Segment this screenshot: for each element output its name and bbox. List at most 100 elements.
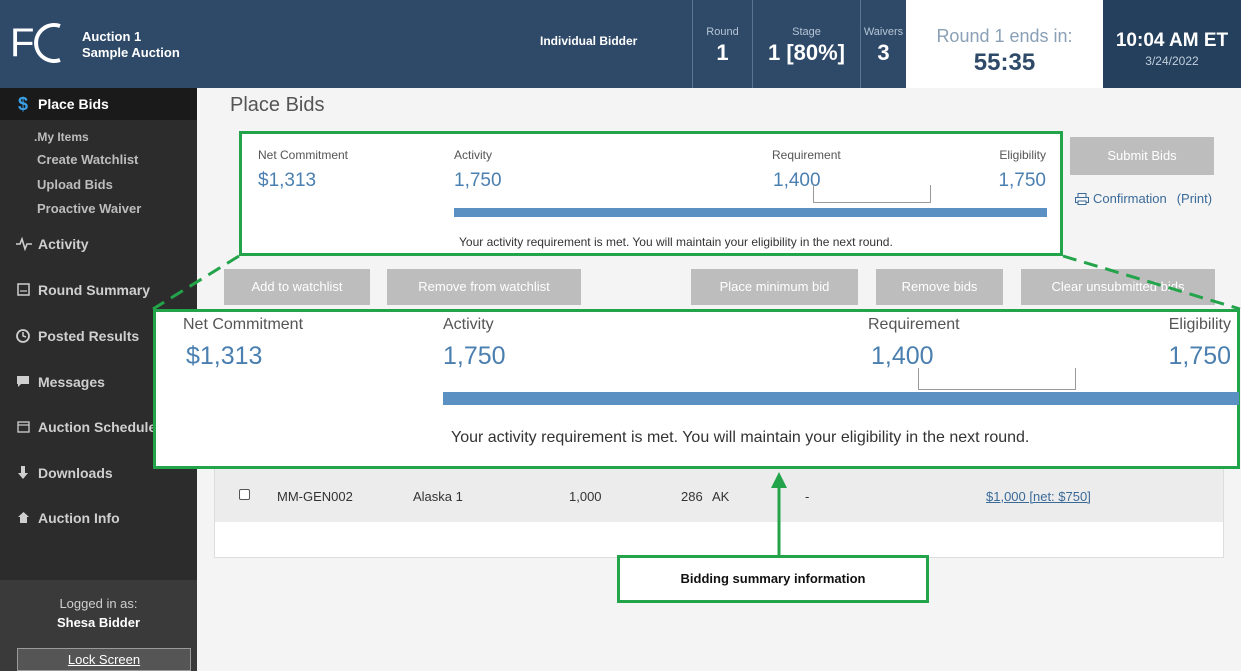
items-table: MM-GEN002 Alaska 1 1,000 286 AK - $1,000…	[214, 468, 1224, 558]
callout-label: Bidding summary information	[617, 555, 929, 603]
fcc-logo-area: F Auction 1 Sample Auction	[0, 0, 205, 88]
auction-name: Auction 1	[82, 29, 142, 44]
zoom-requirement-label: Requirement	[868, 316, 960, 333]
zoom-eligibility-label: Eligibility	[1168, 316, 1231, 333]
net-commitment-label: Net Commitment	[258, 148, 349, 162]
sidebar-item-auction-info[interactable]: Auction Info	[16, 510, 120, 526]
sidebar-item-label: Downloads	[38, 465, 113, 481]
place-minimum-bid-button[interactable]: Place minimum bid	[691, 269, 858, 305]
sidebar-item-label: Activity	[38, 236, 89, 252]
clock: 10:04 AM ET 3/24/2022	[1103, 0, 1241, 88]
sidebar-item-label: Round Summary	[38, 282, 151, 298]
dollar-icon: $	[17, 94, 28, 114]
lock-screen-button[interactable]: Lock Screen	[17, 648, 191, 671]
sidebar-item-label: Auction Schedule	[38, 419, 157, 435]
zoom-eligibility-value: 1,750	[1168, 342, 1231, 370]
sidebar-item-round-summary[interactable]: Round Summary	[16, 282, 150, 298]
sidebar-item-label: Messages	[38, 374, 105, 390]
auction-app: F Auction 1 Sample Auction Individual Bi…	[0, 0, 1241, 671]
remove-from-watchlist-button[interactable]: Remove from watchlist	[387, 269, 581, 305]
logged-in-label: Logged in as:	[59, 596, 138, 611]
stage-indicator: Stage 1 [80%]	[752, 0, 860, 88]
waivers-value: 3	[877, 40, 890, 65]
current-time: 10:04 AM ET	[1115, 30, 1229, 51]
item-id: MM-GEN002	[277, 489, 353, 504]
logged-in-user: Shesa Bidder	[56, 615, 141, 630]
zoom-requirement-marker	[918, 368, 1076, 390]
stage-label: Stage	[792, 26, 821, 38]
print-label: (Print)	[1176, 191, 1213, 206]
zoom-requirement-value: 1,400	[871, 342, 934, 370]
logged-in-panel: Logged in as: Shesa Bidder Lock Screen	[0, 580, 197, 671]
activity-message: Your activity requirement is met. You wi…	[459, 235, 893, 249]
sidebar-item-downloads[interactable]: Downloads	[16, 465, 113, 481]
net-commitment-value: $1,313	[258, 170, 317, 191]
item-value-1: 1,000	[569, 489, 602, 504]
activity-icon	[16, 236, 32, 252]
round-ends-label: Round 1 ends in:	[936, 26, 1073, 46]
confirmation-label: Confirmation	[1093, 191, 1167, 206]
round-timer: Round 1 ends in: 55:35	[906, 0, 1103, 88]
zoom-net-commitment-label: Net Commitment	[183, 316, 304, 333]
sidebar-sub-label: My Items	[37, 130, 89, 144]
sidebar-item-label: Place Bids	[38, 96, 109, 112]
waivers-label: Waivers	[863, 26, 904, 38]
auction-subtitle: Sample Auction	[82, 45, 180, 60]
item-name: Alaska 1	[413, 489, 463, 504]
sidebar-item-label: Posted Results	[38, 328, 140, 344]
posted-results-icon	[16, 329, 30, 343]
bidding-summary: Net Commitment $1,313 Activity 1,750 Req…	[239, 131, 1063, 256]
fcc-logo-icon: F	[10, 21, 61, 65]
round-summary-icon	[16, 283, 30, 297]
item-state: AK	[712, 489, 730, 504]
sidebar-sub-proactive-waiver[interactable]: Proactive Waiver	[37, 201, 141, 216]
sidebar-item-messages[interactable]: Messages	[16, 374, 105, 390]
confirmation-print-link[interactable]: Confirmation (Print)	[1075, 191, 1212, 206]
round-indicator: Round 1	[692, 0, 752, 88]
sidebar-item-place-bids[interactable]: $ Place Bids	[0, 88, 197, 120]
zoom-activity-bar	[443, 392, 1239, 405]
zoom-activity-value: 1,750	[443, 342, 506, 370]
table-row[interactable]: MM-GEN002 Alaska 1 1,000 286 AK - $1,000…	[215, 469, 1223, 522]
round-label: Round	[706, 26, 739, 38]
current-date: 3/24/2022	[1145, 54, 1199, 68]
sidebar-sub-create-watchlist[interactable]: Create Watchlist	[37, 152, 138, 167]
stage-value: 1 [80%]	[767, 40, 846, 65]
clear-unsubmitted-bids-button[interactable]: Clear unsubmitted bids	[1021, 269, 1215, 305]
bid-amount-link[interactable]: $1,000 [net: $750]	[986, 489, 1091, 504]
row-checkbox[interactable]	[239, 489, 250, 500]
printer-icon	[1075, 192, 1089, 205]
round-ends-value: 55:35	[973, 49, 1036, 76]
requirement-marker	[813, 185, 931, 203]
activity-value: 1,750	[454, 170, 502, 191]
item-value-2: 286	[681, 489, 703, 504]
round-value: 1	[716, 40, 729, 65]
bidder-type: Individual Bidder	[540, 34, 638, 48]
auction-title: Auction 1 Sample Auction	[82, 29, 180, 61]
sidebar-item-auction-schedule[interactable]: Auction Schedule	[16, 419, 162, 435]
zoom-activity-message: Your activity requirement is met. You wi…	[451, 429, 1030, 446]
zoom-activity-label: Activity	[443, 316, 494, 333]
eligibility-value: 1,750	[998, 170, 1046, 191]
activity-label: Activity	[454, 148, 493, 162]
home-icon	[16, 511, 30, 525]
submit-bids-button[interactable]: Submit Bids	[1070, 137, 1214, 175]
top-header: F Auction 1 Sample Auction Individual Bi…	[0, 0, 1241, 88]
sidebar-sub-my-items[interactable]: .My Items	[34, 130, 89, 144]
waivers-indicator: Waivers 3	[860, 0, 906, 88]
page-title: Place Bids	[230, 94, 325, 116]
sidebar-item-label: Auction Info	[38, 510, 120, 526]
zoom-net-commitment-value: $1,313	[186, 342, 263, 370]
item-dash: -	[805, 489, 810, 504]
calendar-icon	[16, 420, 30, 434]
sidebar-sub-upload-bids[interactable]: Upload Bids	[37, 177, 113, 192]
remove-bids-button[interactable]: Remove bids	[876, 269, 1003, 305]
magnified-summary: Net Commitment $1,313 Activity 1,750 Req…	[153, 309, 1240, 469]
requirement-label: Requirement	[772, 148, 841, 162]
add-to-watchlist-button[interactable]: Add to watchlist	[224, 269, 370, 305]
messages-icon	[16, 375, 30, 389]
sidebar-item-activity[interactable]: Activity	[16, 236, 89, 252]
eligibility-label: Eligibility	[999, 148, 1046, 162]
download-icon	[16, 466, 30, 480]
sidebar-item-posted-results[interactable]: Posted Results	[16, 328, 139, 344]
